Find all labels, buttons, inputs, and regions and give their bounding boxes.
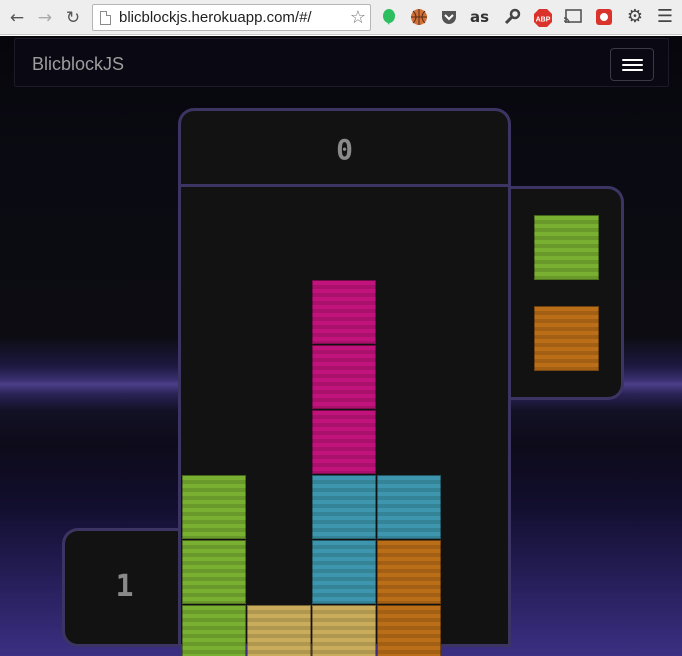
menu-icon[interactable]: ☰ xyxy=(656,8,674,26)
brand-link[interactable]: BlicblockJS xyxy=(32,54,124,75)
menu-toggle-bar xyxy=(622,59,643,61)
pocket-icon[interactable] xyxy=(440,8,458,26)
next-blocks-panel xyxy=(506,186,624,400)
block-teal xyxy=(377,475,441,539)
wrench-icon[interactable] xyxy=(503,8,521,26)
block-magenta xyxy=(312,345,376,409)
block-teal xyxy=(312,540,376,604)
back-icon[interactable]: ← xyxy=(6,7,28,29)
gear-icon[interactable]: ⚙ xyxy=(626,8,644,26)
level-panel: 1 xyxy=(62,528,184,647)
cast-icon[interactable] xyxy=(563,8,582,26)
next-block-orange xyxy=(534,306,599,371)
score-panel: 0 xyxy=(178,108,511,188)
page-icon xyxy=(100,11,111,25)
block-tan xyxy=(247,605,311,656)
menu-toggle-button[interactable] xyxy=(610,48,654,81)
block-tan xyxy=(312,605,376,656)
url-text[interactable]: blicblockjs.herokuapp.com/#/ xyxy=(119,9,312,26)
score-value: 0 xyxy=(336,133,353,166)
evernote-icon[interactable] xyxy=(380,8,398,26)
next-block-green xyxy=(534,215,599,280)
adblock-icon[interactable]: ABP xyxy=(533,8,552,27)
block-teal xyxy=(312,475,376,539)
game-board[interactable] xyxy=(178,184,511,656)
block-orange xyxy=(377,605,441,656)
reload-icon[interactable]: ↻ xyxy=(62,7,84,29)
forward-icon[interactable]: → xyxy=(34,7,56,29)
bookmark-star-icon[interactable]: ☆ xyxy=(350,7,366,28)
block-green xyxy=(182,475,246,539)
lastfm-icon[interactable]: as xyxy=(470,8,489,26)
menu-toggle-bar xyxy=(622,69,643,71)
block-orange xyxy=(377,540,441,604)
level-value: 1 xyxy=(115,569,134,604)
block-magenta xyxy=(312,280,376,344)
navbar: BlicblockJS xyxy=(14,38,669,87)
block-green xyxy=(182,540,246,604)
address-bar[interactable]: blicblockjs.herokuapp.com/#/ ☆ xyxy=(92,4,371,31)
basketball-icon[interactable] xyxy=(410,8,428,26)
page-body: BlicblockJS 0 1 xyxy=(0,36,682,656)
record-icon[interactable] xyxy=(595,8,613,26)
block-magenta xyxy=(312,410,376,474)
menu-toggle-bar xyxy=(622,64,643,66)
adblock-label: ABP xyxy=(536,17,551,24)
block-green xyxy=(182,605,246,656)
browser-toolbar: ← → ↻ blicblockjs.herokuapp.com/#/ ☆ as … xyxy=(0,0,682,35)
